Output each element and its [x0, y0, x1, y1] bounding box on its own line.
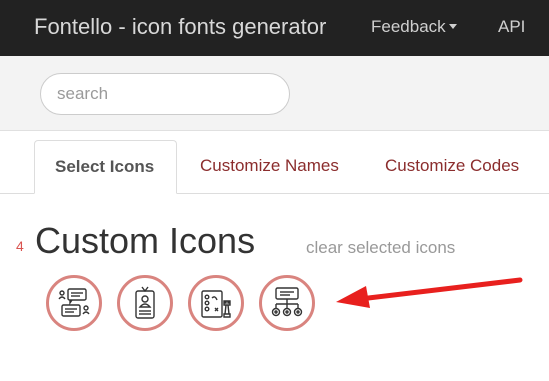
- tab-select-icons[interactable]: Select Icons: [34, 140, 177, 194]
- org-chart-icon[interactable]: [259, 275, 315, 331]
- caret-down-icon: [448, 24, 457, 29]
- search-bar: [0, 56, 549, 131]
- tab-customize-codes[interactable]: Customize Codes: [365, 140, 539, 194]
- section-title: Custom Icons: [35, 220, 256, 261]
- strategy-board-icon[interactable]: [188, 275, 244, 331]
- search-input[interactable]: [40, 73, 290, 115]
- id-card-person-icon[interactable]: [117, 275, 173, 331]
- red-arrow-annotation: [336, 277, 523, 308]
- brand-title[interactable]: Fontello - icon fonts generator: [34, 14, 326, 40]
- feedback-menu[interactable]: Feedback: [371, 17, 457, 37]
- tab-bar: Select Icons Customize Names Customize C…: [0, 140, 549, 194]
- top-navbar: Fontello - icon fonts generator Feedback…: [0, 0, 549, 56]
- selected-count: 4: [16, 238, 24, 254]
- api-link[interactable]: API: [498, 17, 525, 37]
- clear-selected-link[interactable]: clear selected icons: [306, 238, 455, 258]
- tab-customize-names[interactable]: Customize Names: [180, 140, 359, 194]
- chat-people-icon[interactable]: [46, 275, 102, 331]
- feedback-label: Feedback: [371, 17, 446, 36]
